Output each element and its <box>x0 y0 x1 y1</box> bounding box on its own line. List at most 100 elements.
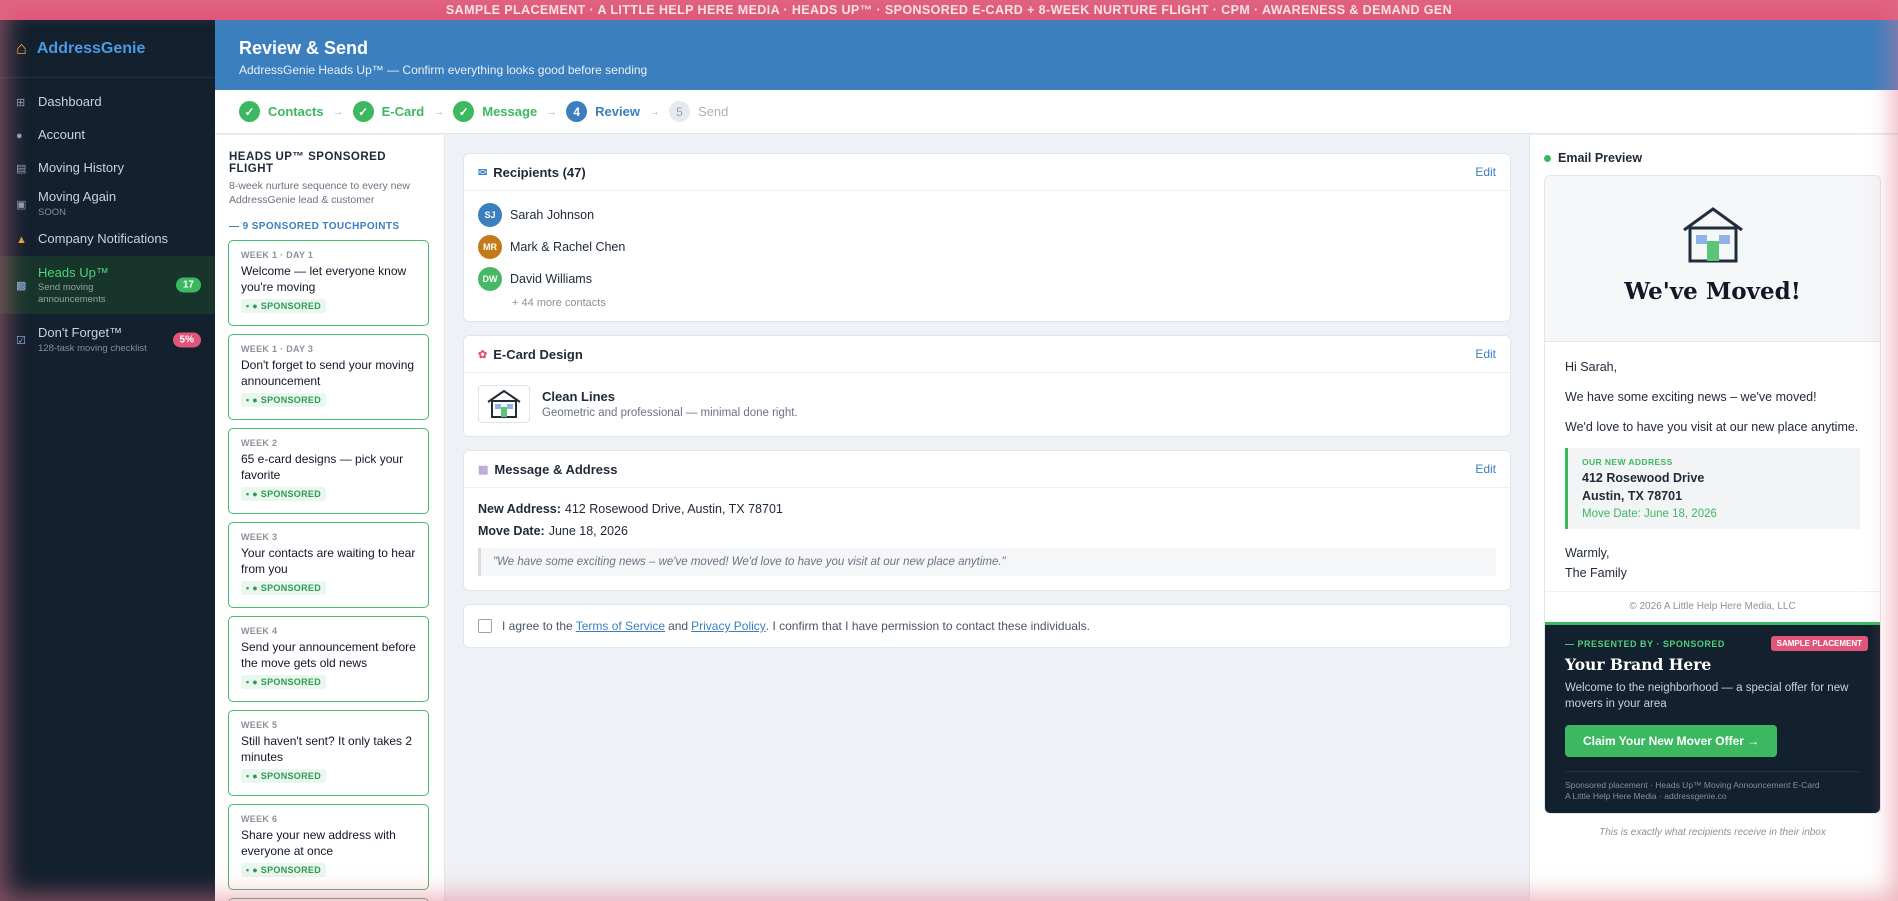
touchpoint-week: WEEK 4 <box>241 626 278 637</box>
ad-headline: Your Brand Here <box>1565 655 1712 675</box>
touchpoint-card[interactable]: WEEK 4 Send your announcement before the… <box>228 616 429 703</box>
sidebar-item-moving-again[interactable]: ▣ Moving Again SOON <box>0 185 215 223</box>
move-date-value: June 18, 2026 <box>548 524 628 538</box>
check-icon: ✓ <box>352 101 374 122</box>
sidebar-item-heads-up[interactable]: ▩ Heads Up™ Send moving announcements 17 <box>0 256 215 314</box>
signoff-name: The Family <box>1565 566 1627 581</box>
main-content: Review & Send AddressGenie Heads Up™ — C… <box>215 20 1898 901</box>
address-label: New Address: <box>478 502 561 516</box>
email-body: Hi Sarah, We have some exciting news – w… <box>1545 342 1880 583</box>
touchpoints-label: — 9 SPONSORED TOUCHPOINTS <box>229 221 400 233</box>
email-paragraph: We'd love to have you visit at our new p… <box>1565 420 1859 435</box>
consent-text-and: and <box>668 619 689 633</box>
sidebar-item-account[interactable]: ● Account <box>0 119 215 152</box>
terms-link[interactable]: Terms of Service <box>576 619 665 633</box>
recipient-name: Sarah Johnson <box>510 208 595 222</box>
more-contacts: + 44 more contacts <box>512 297 606 309</box>
grid-icon: ⊞ <box>16 97 26 109</box>
touchpoint-card[interactable]: WEEK 1 · DAY 3 Don't forget to send your… <box>228 334 429 421</box>
sample-placement-badge: SAMPLE PLACEMENT <box>1770 636 1868 652</box>
address-line-1: 412 Rosewood Drive <box>1582 471 1705 486</box>
touchpoint-card[interactable]: WEEK 1 · DAY 1 Welcome — let everyone kn… <box>228 240 429 327</box>
preview-header: Email Preview <box>1544 151 1884 165</box>
touchpoint-card[interactable]: WEEK 6 Share your new address with every… <box>228 804 429 891</box>
edit-recipients-link[interactable]: Edit <box>1475 165 1496 179</box>
step-send[interactable]: 5 Send <box>668 101 728 122</box>
count-badge: 17 <box>175 277 201 293</box>
recipient-row: MR Mark & Rachel Chen <box>464 231 1510 263</box>
touchpoint-title: Share your new address with everyone at … <box>241 828 396 858</box>
ecard-description: Geometric and professional — minimal don… <box>542 407 798 419</box>
touchpoint-title: Welcome — let everyone know you're movin… <box>241 264 407 294</box>
panel-header: ✉ Recipients (47) Edit <box>464 154 1510 191</box>
touchpoint-week: WEEK 5 <box>241 720 278 731</box>
page-header: Review & Send AddressGenie Heads Up™ — C… <box>215 20 1898 90</box>
sidebar-item-label: Company Notifications <box>38 231 169 247</box>
claim-offer-button[interactable]: Claim Your New Mover Offer → <box>1565 724 1778 757</box>
sidebar-item-sub: Send moving announcements <box>38 281 106 305</box>
edit-message-link[interactable]: Edit <box>1475 462 1496 476</box>
touchpoint-title: Still haven't sent? It only takes 2 minu… <box>241 734 413 764</box>
move-date-label: Move Date: <box>478 524 545 538</box>
consent-panel: I agree to the Terms of Service and Priv… <box>463 604 1511 648</box>
consent-checkbox[interactable] <box>478 619 492 633</box>
new-address-box: OUR NEW ADDRESS 412 Rosewood Drive Austi… <box>1565 448 1860 530</box>
step-label: Message <box>482 104 538 119</box>
sponsored-tag: • ● SPONSORED <box>241 487 326 502</box>
avatar: DW <box>478 267 502 291</box>
sidebar-item-dashboard[interactable]: ⊞ Dashboard <box>0 86 215 119</box>
panel-header: ▩ Message & Address Edit <box>464 451 1510 488</box>
arrow-icon: → <box>546 105 558 118</box>
sponsored-tag: • ● SPONSORED <box>241 299 326 314</box>
email-headline: We've Moved! <box>1624 278 1801 305</box>
sidebar-item-company-notifications[interactable]: ▲ Company Notifications <box>0 223 215 256</box>
sidebar-item-label: Account <box>38 127 85 143</box>
touchpoint-title: Don't forget to send your moving announc… <box>241 358 415 388</box>
email-card: We've Moved! Hi Sarah, We have some exci… <box>1544 175 1881 815</box>
progress-badge: 5% <box>172 332 201 348</box>
step-review[interactable]: 4 Review <box>566 101 640 122</box>
ecard-name: Clean Lines <box>542 389 615 404</box>
sidebar-item-sub: SOON <box>38 206 66 218</box>
check-icon: ✓ <box>453 101 475 122</box>
step-label: Contacts <box>268 104 324 119</box>
touchpoint-card[interactable]: WEEK 2 65 e-card designs — pick your fav… <box>228 428 429 515</box>
sidebar-item-label: Moving History <box>38 160 124 176</box>
recipient-row: DW David Williams <box>464 263 1510 295</box>
page-title: Review & Send <box>239 38 369 58</box>
arrow-icon: → <box>332 105 344 118</box>
panel-title: Recipients (47) <box>493 164 586 180</box>
address-value: 412 Rosewood Drive, Austin, TX 78701 <box>564 502 783 516</box>
ecard-thumbnail <box>478 385 530 423</box>
touchpoint-card[interactable]: WEEK 3 Your contacts are waiting to hear… <box>228 522 429 609</box>
sidebar-item-dont-forget[interactable]: ☑ Don't Forget™ 128-task moving checklis… <box>0 314 215 366</box>
bell-icon: ▲ <box>16 233 27 246</box>
sponsored-ad: — PRESENTED BY · SPONSORED SAMPLE PLACEM… <box>1545 622 1880 814</box>
brand[interactable]: ⌂ AddressGenie <box>0 20 215 78</box>
avatar: MR <box>478 235 502 259</box>
recipients-panel: ✉ Recipients (47) Edit SJ Sarah Johnson … <box>463 153 1511 322</box>
step-message[interactable]: ✓ Message <box>453 101 537 122</box>
arrow-icon: → <box>433 105 445 118</box>
sidebar-item-moving-history[interactable]: ▤ Moving History <box>0 152 215 185</box>
address-row: New Address: 412 Rosewood Drive, Austin,… <box>464 498 1510 520</box>
step-ecard[interactable]: ✓ E-Card <box>352 101 424 122</box>
email-hero: We've Moved! <box>1545 176 1880 342</box>
sample-placement-banner: SAMPLE PLACEMENT · A LITTLE HELP HERE ME… <box>0 0 1898 20</box>
signoff-line: Warmly, <box>1565 546 1610 561</box>
email-greeting: Hi Sarah, <box>1565 360 1618 374</box>
consent-text-post: . I confirm that I have permission to co… <box>765 619 1090 633</box>
touchpoint-card[interactable]: WEEK 5 Still haven't sent? It only takes… <box>228 710 429 797</box>
sponsored-tag: • ● SPONSORED <box>241 393 326 408</box>
ad-text: Welcome to the neighborhood — a special … <box>1565 682 1849 711</box>
step-contacts[interactable]: ✓ Contacts <box>239 101 324 122</box>
privacy-link[interactable]: Privacy Policy <box>691 619 766 633</box>
address-move-date: Move Date: June 18, 2026 <box>1582 508 1717 521</box>
palette-icon: ✿ <box>478 348 488 361</box>
envelope-icon: ▩ <box>16 279 27 292</box>
refresh-icon: ▣ <box>16 198 27 211</box>
address-box-label: OUR NEW ADDRESS <box>1582 457 1673 468</box>
sponsored-tag: • ● SPONSORED <box>241 769 326 784</box>
edit-ecard-link[interactable]: Edit <box>1475 347 1496 361</box>
sidebar-item-label: Don't Forget™ <box>38 325 123 341</box>
